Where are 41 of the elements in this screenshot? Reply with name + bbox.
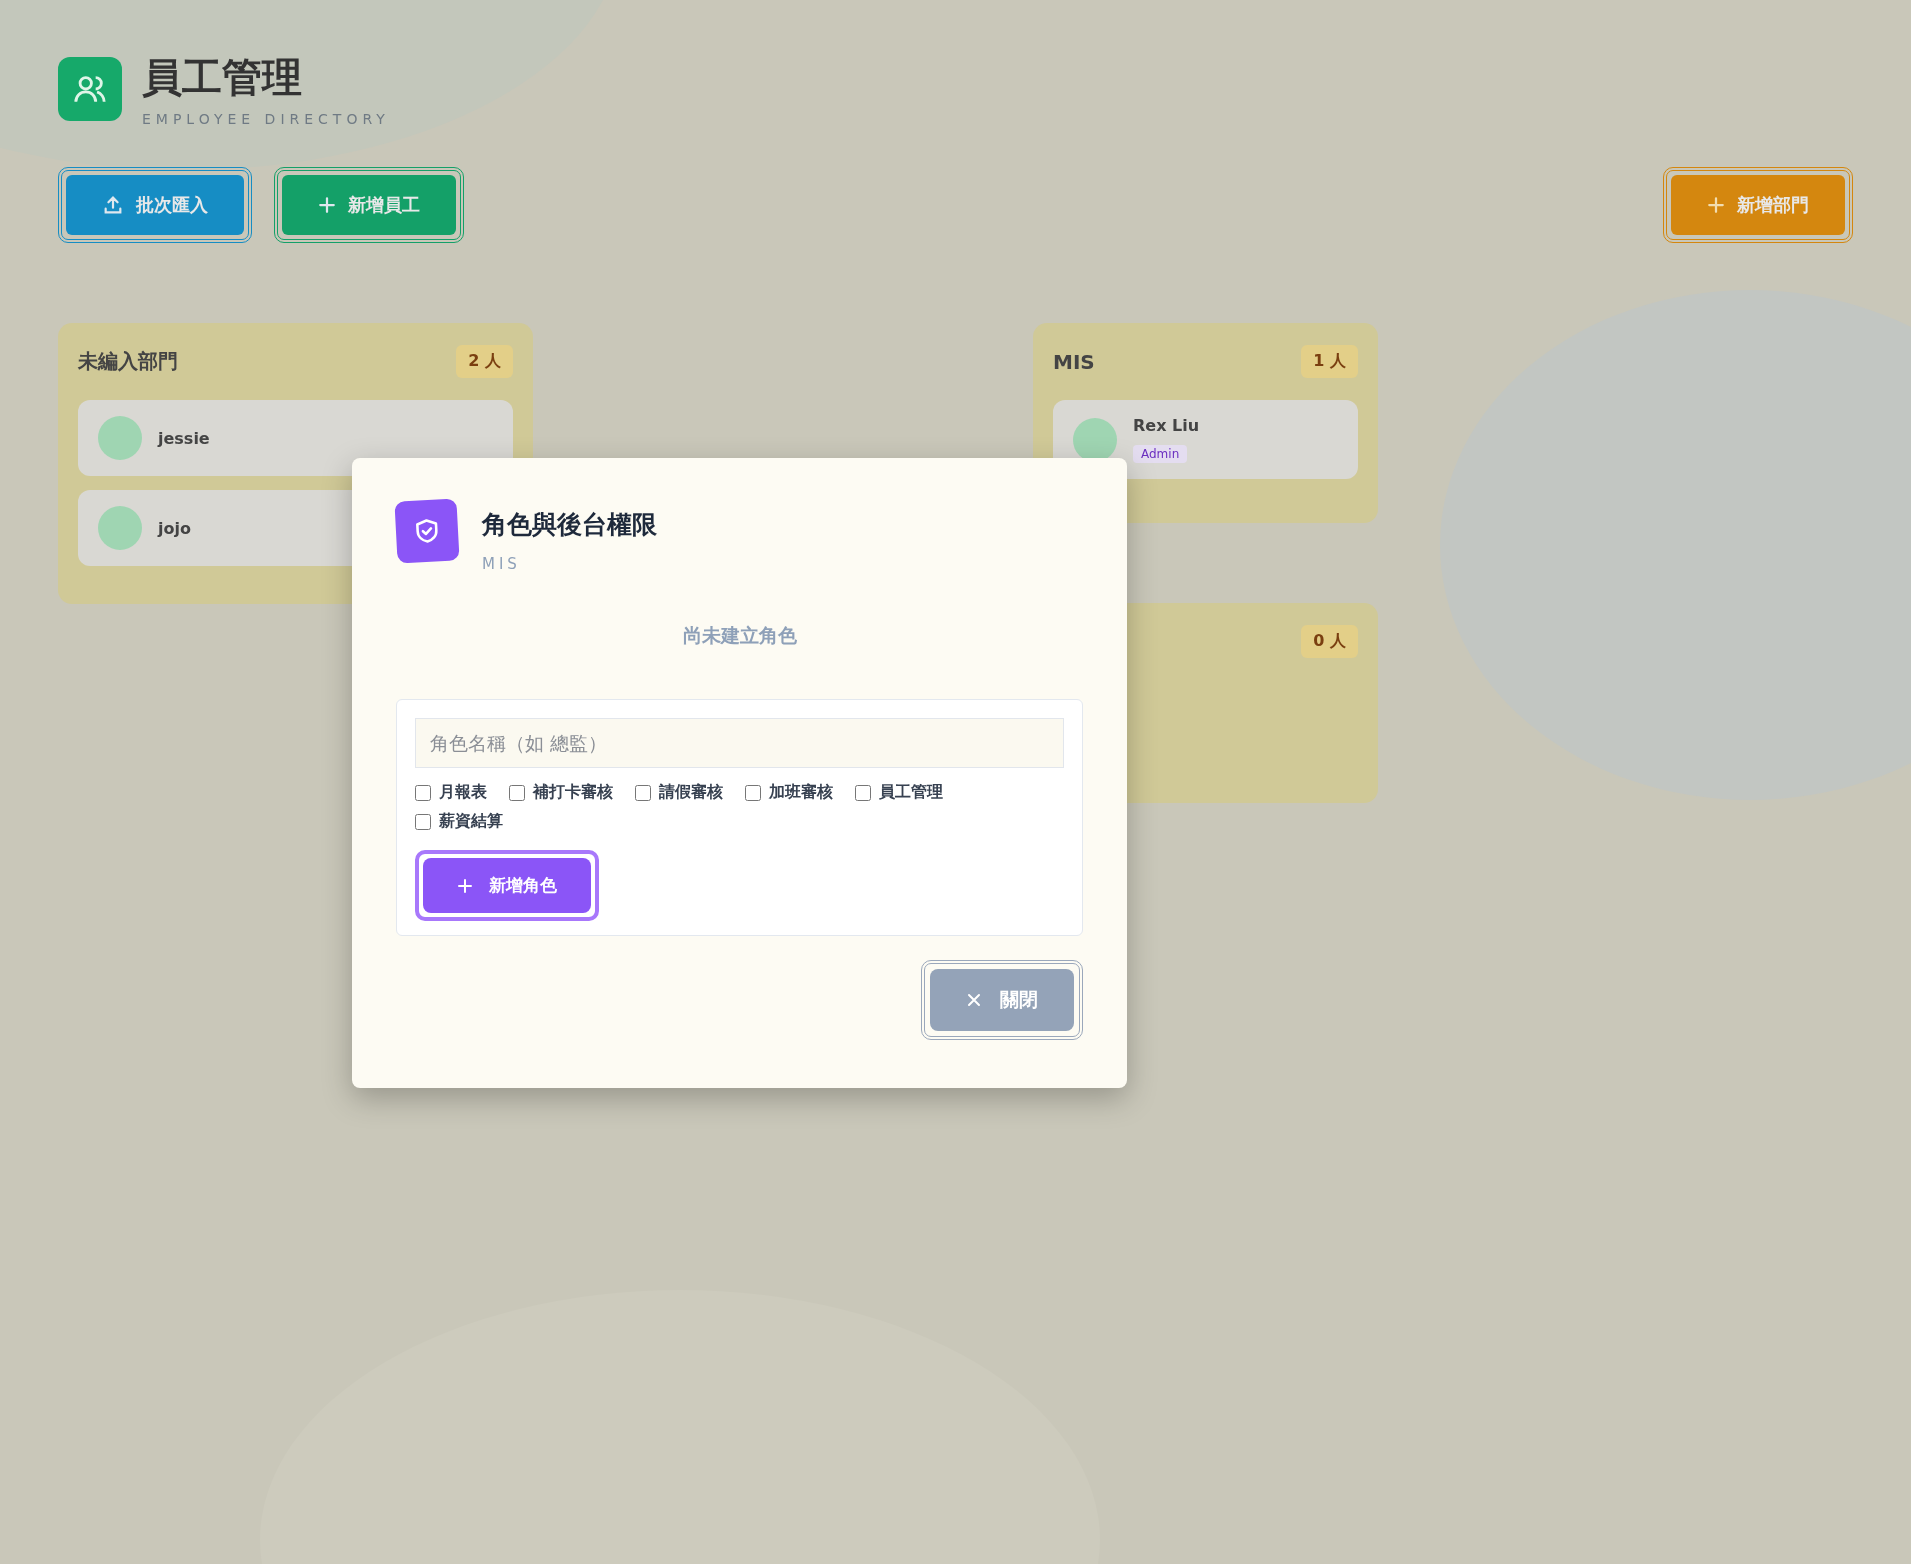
close-icon bbox=[966, 992, 982, 1008]
permission-label: 補打卡審核 bbox=[533, 782, 613, 803]
department-name: 未編入部門 bbox=[78, 348, 178, 375]
toolbar-button[interactable]: 批次匯入 bbox=[58, 167, 252, 243]
plus-icon bbox=[457, 877, 473, 894]
close-button[interactable]: 關閉 bbox=[921, 960, 1083, 1040]
permission-label: 月報表 bbox=[439, 782, 487, 803]
add-department-button[interactable]: 新增部門 bbox=[1663, 167, 1853, 243]
employee-card[interactable]: jessie bbox=[78, 400, 513, 476]
member-count: 2 人 bbox=[456, 345, 513, 378]
avatar-icon bbox=[98, 506, 142, 550]
avatar-icon bbox=[98, 416, 142, 460]
permission-label: 加班審核 bbox=[769, 782, 833, 803]
shield-check-icon bbox=[394, 498, 460, 564]
page-subtitle: EMPLOYEE DIRECTORY bbox=[142, 111, 390, 127]
add-role-button[interactable]: 新增角色 bbox=[415, 850, 599, 921]
permission-label: 薪資結算 bbox=[439, 811, 503, 832]
employee-name: Rex Liu bbox=[1133, 416, 1200, 435]
role-tag: Admin bbox=[1133, 445, 1188, 463]
people-icon bbox=[58, 56, 122, 121]
page-title: 員工管理 bbox=[142, 53, 303, 102]
permission-label: 請假審核 bbox=[659, 782, 723, 803]
checkbox[interactable] bbox=[855, 784, 871, 801]
checkbox[interactable] bbox=[415, 813, 431, 830]
employee-name: jojo bbox=[158, 518, 191, 538]
employee-name: jessie bbox=[158, 428, 210, 448]
checkbox[interactable] bbox=[635, 784, 651, 801]
member-count: 0 人 bbox=[1301, 625, 1358, 658]
department-name: MIS bbox=[1053, 349, 1095, 374]
checkbox[interactable] bbox=[745, 784, 761, 801]
toolbar-button[interactable]: 新增員工 bbox=[274, 167, 464, 243]
upload-icon bbox=[102, 194, 124, 216]
role-name-field[interactable]: 角色名稱（如 總監） bbox=[415, 718, 1064, 768]
permission-label: 員工管理 bbox=[879, 782, 943, 803]
plus-icon bbox=[1707, 196, 1725, 214]
plus-icon bbox=[318, 196, 336, 214]
checkbox[interactable] bbox=[415, 784, 431, 801]
empty-message: 尚未建立角色 bbox=[681, 623, 798, 648]
employee-card[interactable]: Rex Liu Admin bbox=[1053, 400, 1358, 479]
checkbox[interactable] bbox=[509, 784, 525, 801]
member-count: 1 人 bbox=[1301, 345, 1358, 378]
